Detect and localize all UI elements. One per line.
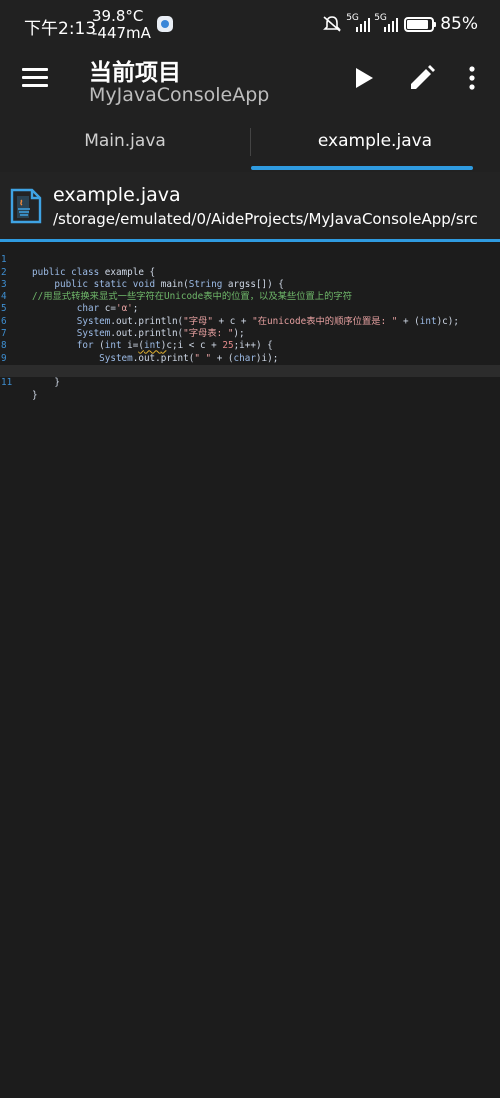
menu-icon[interactable] xyxy=(22,68,48,88)
code-line[interactable]: 9 } xyxy=(0,340,500,376)
status-indicators: 5G 5G 85% xyxy=(322,12,478,36)
code-line-current[interactable]: 11 } xyxy=(0,364,500,401)
status-time: 下午2:13 xyxy=(24,19,97,39)
tab-divider xyxy=(250,128,251,156)
code-text: } xyxy=(32,377,60,389)
signal-5g-2-icon: 5G xyxy=(374,13,399,32)
status-bar: 下午2:13 39.8°C -447mA 5G 5G 85% xyxy=(0,0,500,48)
file-name: example.java xyxy=(53,184,181,206)
app-bar: 当前项目 MyJavaConsoleApp xyxy=(0,48,500,120)
play-icon[interactable] xyxy=(352,66,376,90)
code-line[interactable]: 3 //用显式转换来显式一些字符在Unicode表中的位置，以及某些位置上的字符 xyxy=(0,267,500,302)
signal-5g-1-label: 5G xyxy=(346,13,359,23)
code-line[interactable]: 6 System.out.println("字母表: "); xyxy=(0,303,500,339)
code-editor[interactable]: 1 public class example { 2 public static… xyxy=(0,242,500,1098)
battery-fill xyxy=(407,19,428,29)
active-tab-indicator xyxy=(251,166,473,170)
signal-5g-2-label: 5G xyxy=(374,13,387,23)
more-vert-icon[interactable] xyxy=(464,64,480,92)
code-text: } xyxy=(32,389,38,401)
file-header: example.java /storage/emulated/0/AidePro… xyxy=(0,172,500,240)
notification-app-icon xyxy=(157,16,173,32)
status-temp-line1: 39.8°C xyxy=(92,7,144,25)
page-title: 当前项目 xyxy=(89,60,181,86)
code-line[interactable]: 8 System.out.print(" " + (char)i); xyxy=(0,328,500,363)
code-line[interactable]: 2 public static void main(String argss[]… xyxy=(0,254,500,290)
signal-5g-1-icon: 5G xyxy=(346,13,371,32)
code-line[interactable]: 4 char c='α'; xyxy=(0,279,500,314)
battery-icon xyxy=(404,16,437,32)
code-line[interactable]: 7 for (int i=(int)c;i < c + 25;i++) { xyxy=(0,316,500,351)
code-line[interactable]: 5 System.out.println("字母" + c + "在unicod… xyxy=(0,291,500,326)
project-name: MyJavaConsoleApp xyxy=(89,84,270,106)
code-line[interactable]: 1 public class example { xyxy=(0,242,500,277)
code-line[interactable]: 10 } xyxy=(0,353,500,388)
tab-example-java[interactable]: example.java xyxy=(250,120,500,172)
tab-main-java[interactable]: Main.java xyxy=(0,120,250,172)
status-temperature: 39.8°C -447mA xyxy=(92,8,151,42)
mute-bell-icon xyxy=(323,16,342,32)
edit-pencil-icon[interactable] xyxy=(408,64,436,92)
line-number: 11 xyxy=(1,377,13,389)
java-file-icon xyxy=(10,188,42,224)
file-path: /storage/emulated/0/AideProjects/MyJavaC… xyxy=(53,210,478,228)
battery-percent: 85% xyxy=(440,14,478,34)
status-temp-line2: -447mA xyxy=(92,24,151,42)
